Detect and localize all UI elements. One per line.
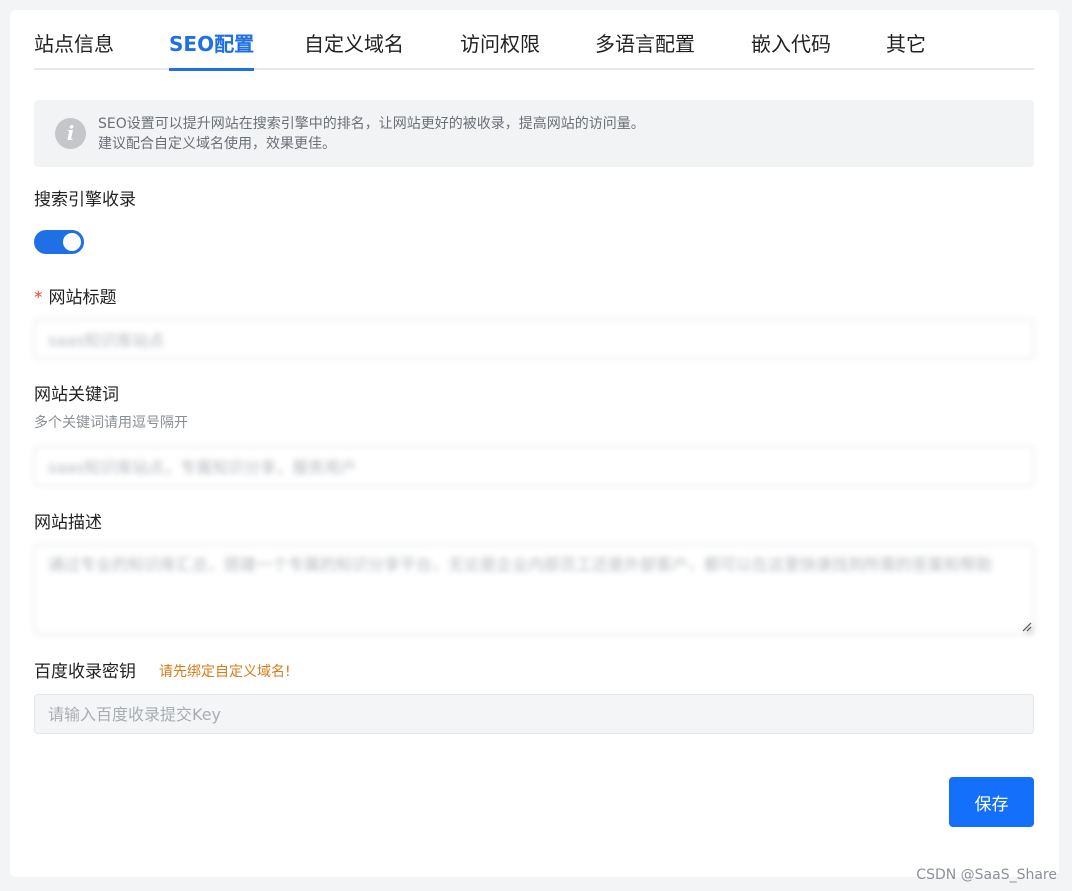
site-title-label-text: 网站标题 [48, 288, 117, 308]
site-title-label: * 网站标题 [34, 286, 117, 310]
indexing-label: 搜索引擎收录 [34, 190, 136, 210]
keywords-label: 网站关键词 [34, 385, 119, 405]
required-mark: * [34, 288, 43, 308]
notice-line-1: SEO设置可以提升网站在搜索引擎中的排名，让网站更好的被收录，提高网站的访问量。 [98, 116, 645, 132]
save-button[interactable]: 保存 [949, 777, 1034, 827]
settings-tabs: 站点信息 SEO配置 自定义域名 访问权限 多语言配置 嵌入代码 其它 [34, 10, 1034, 71]
description-textarea[interactable]: 通过专业的知识库汇总，搭建一个专属的知识分享平台，无论是企业内部员工还是外部客户… [34, 544, 1034, 635]
info-icon: i [55, 118, 86, 149]
seo-notice: i SEO设置可以提升网站在搜索引擎中的排名，让网站更好的被收录，提高网站的访问… [34, 100, 1034, 167]
baidu-key-warning: 请先绑定自定义域名! [159, 664, 291, 680]
watermark: CSDN @SaaS_Share [916, 867, 1057, 883]
keywords-input[interactable] [34, 446, 1034, 486]
tab-custom-domain[interactable]: 自定义域名 [304, 30, 404, 58]
indexing-toggle[interactable] [34, 230, 84, 254]
tab-embed-code[interactable]: 嵌入代码 [751, 30, 831, 58]
notice-line-2: 建议配合自定义域名使用，效果更佳。 [98, 136, 336, 152]
tab-site-info[interactable]: 站点信息 [34, 30, 114, 58]
toggle-knob [63, 233, 81, 251]
resize-grip-icon[interactable] [1022, 622, 1032, 632]
baidu-key-label: 百度收录密钥 [34, 662, 136, 682]
site-title-input[interactable] [34, 319, 1034, 359]
tab-seo-config[interactable]: SEO配置 [169, 30, 255, 71]
description-label: 网站描述 [34, 513, 102, 533]
tab-access-permission[interactable]: 访问权限 [460, 30, 540, 58]
tab-multilanguage-config[interactable]: 多语言配置 [595, 30, 695, 58]
settings-card: 站点信息 SEO配置 自定义域名 访问权限 多语言配置 嵌入代码 其它 i SE… [10, 10, 1059, 877]
baidu-key-input [34, 694, 1034, 734]
keywords-hint: 多个关键词请用逗号隔开 [34, 415, 188, 431]
tab-other[interactable]: 其它 [886, 30, 926, 58]
